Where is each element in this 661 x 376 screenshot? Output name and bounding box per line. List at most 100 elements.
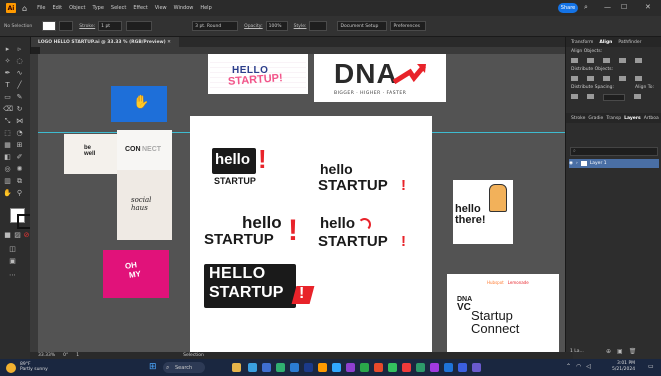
- layer-name[interactable]: Layer 1: [590, 161, 607, 166]
- word-icon[interactable]: [304, 363, 313, 372]
- eraser-icon[interactable]: ⌫: [3, 105, 13, 114]
- gradient-mode-icon[interactable]: ▨: [13, 231, 22, 240]
- variable-width-dropdown[interactable]: [126, 21, 153, 31]
- rectangle-tool-icon[interactable]: ▭: [3, 93, 12, 102]
- paintbrush-icon[interactable]: ✎: [15, 93, 24, 102]
- width-tool-icon[interactable]: ⋈: [15, 117, 24, 126]
- clip-icon[interactable]: ▣: [617, 348, 623, 355]
- style-dropdown[interactable]: [309, 21, 328, 31]
- stroke-label[interactable]: Stroke:: [79, 24, 95, 29]
- line-tool-icon[interactable]: ╱: [15, 81, 24, 90]
- align-right-icon[interactable]: [603, 58, 610, 63]
- wifi-icon[interactable]: ◠: [576, 363, 581, 370]
- menu-edit[interactable]: Edit: [52, 5, 62, 11]
- hello-startup-logo-a[interactable]: hello ! STARTUP: [212, 146, 292, 188]
- minimize-button[interactable]: —: [604, 3, 611, 11]
- tab-layers[interactable]: Layers: [624, 116, 641, 121]
- weather-widget[interactable]: 89°F Partly sunny: [20, 362, 48, 373]
- photoshop-taskbar-icon[interactable]: [332, 363, 341, 372]
- vertical-ruler[interactable]: [30, 54, 38, 352]
- menu-effect[interactable]: Effect: [133, 5, 147, 11]
- illustrator-taskbar-icon[interactable]: [318, 363, 327, 372]
- drawing-mode-icon[interactable]: ◫: [8, 245, 17, 254]
- magic-wand-icon[interactable]: ✧: [3, 57, 12, 66]
- spacing-field[interactable]: [603, 94, 625, 101]
- windows-start-icon[interactable]: ⊞: [149, 362, 157, 372]
- menu-select[interactable]: Select: [111, 5, 126, 11]
- spacing-horizontal-icon[interactable]: [587, 94, 594, 99]
- layer-search-input[interactable]: ⌕: [570, 147, 658, 156]
- chrome-icon[interactable]: [290, 363, 299, 372]
- media-icon[interactable]: [430, 363, 439, 372]
- brush-dropdown[interactable]: 3 pt. Round: [192, 21, 239, 31]
- tab-transform[interactable]: Transform: [571, 40, 593, 45]
- expand-arrow-icon[interactable]: ›: [576, 161, 578, 166]
- blend-tool-icon[interactable]: ◎: [3, 165, 12, 174]
- layer-row[interactable]: ◉ › Layer 1: [569, 159, 659, 168]
- eyedropper-icon[interactable]: ✐: [15, 153, 24, 162]
- taskbar-search[interactable]: ⌕ Search: [163, 362, 205, 373]
- premiere-icon[interactable]: [346, 363, 355, 372]
- maximize-button[interactable]: ☐: [621, 3, 627, 11]
- share-button[interactable]: Share: [558, 3, 578, 13]
- free-transform-icon[interactable]: ⬚: [3, 129, 12, 138]
- canvas-area[interactable]: HELLO STARTUP! DNA BIGGER · HIGHER · FAS…: [38, 54, 565, 352]
- stroke-swatch[interactable]: [59, 21, 74, 31]
- dna-vc-startup-connect-logo[interactable]: Hubspot Lemonade DNA VC Startup Connect: [447, 274, 559, 352]
- excel-icon[interactable]: [416, 363, 425, 372]
- search-icon[interactable]: ⌕: [584, 3, 588, 12]
- document-setup-button[interactable]: Document Setup: [337, 21, 388, 31]
- distribute-bottom-icon[interactable]: [603, 76, 610, 81]
- artboard-tool-icon[interactable]: ⧉: [15, 177, 24, 186]
- tray-arrow-icon[interactable]: ⌃: [566, 363, 571, 370]
- align-left-icon[interactable]: [571, 58, 578, 63]
- align-middle-icon[interactable]: [635, 58, 642, 63]
- whatsapp-icon[interactable]: [360, 363, 369, 372]
- align-top-icon[interactable]: [619, 58, 626, 63]
- visibility-icon[interactable]: ◉: [569, 161, 573, 166]
- volume-icon[interactable]: ◁: [586, 363, 591, 370]
- tab-pathfinder[interactable]: Pathfinder: [618, 40, 641, 45]
- menu-help[interactable]: Help: [200, 5, 211, 11]
- weather-icon[interactable]: [6, 362, 16, 373]
- distribute-right-icon[interactable]: [635, 76, 642, 81]
- graph-tool-icon[interactable]: ▥: [3, 177, 12, 186]
- perspective-grid-icon[interactable]: ▦: [3, 141, 12, 150]
- hello-startup-logo-b[interactable]: hello STARTUP !: [318, 162, 418, 202]
- hello-startup-logo-e[interactable]: HELLO STARTUP !: [204, 264, 315, 310]
- hello-startup-pink-logo[interactable]: HELLO STARTUP!: [208, 54, 308, 94]
- menu-type[interactable]: Type: [92, 5, 103, 11]
- dna-logo[interactable]: DNA BIGGER · HIGHER · FASTER: [314, 54, 446, 102]
- new-layer-icon[interactable]: ⊕: [606, 348, 611, 355]
- artboard-number[interactable]: 1: [76, 353, 79, 358]
- align-center-icon[interactable]: [587, 58, 594, 63]
- edit-toolbar-icon[interactable]: ⋯: [8, 271, 17, 280]
- tab-stroke[interactable]: Stroke: [571, 116, 585, 121]
- style-label[interactable]: Style:: [294, 24, 307, 29]
- rotation-level[interactable]: 0°: [63, 353, 68, 358]
- notification-icon[interactable]: ▭: [648, 363, 654, 370]
- align-to-icon[interactable]: [634, 94, 641, 99]
- clock[interactable]: 3:01 PM 5/21/2024: [612, 361, 635, 373]
- ohmy-logo[interactable]: OH MY: [103, 250, 169, 298]
- tab-transparency[interactable]: Transp: [606, 116, 621, 121]
- tab-artboards[interactable]: Artboa: [644, 116, 659, 121]
- pen-tool-icon[interactable]: ✒: [3, 69, 12, 78]
- pdf-icon[interactable]: [402, 363, 411, 372]
- mesh-tool-icon[interactable]: ⊞: [15, 141, 24, 150]
- opacity-field[interactable]: 100%: [265, 21, 288, 31]
- edge-icon[interactable]: [276, 363, 285, 372]
- file-explorer-icon[interactable]: [262, 363, 271, 372]
- tab-gradient[interactable]: Gradie: [588, 116, 603, 121]
- hand-tool-icon[interactable]: ✋: [3, 189, 12, 198]
- horizontal-ruler[interactable]: [40, 47, 565, 54]
- mail-icon[interactable]: [458, 363, 467, 372]
- gradient-tool-icon[interactable]: ◧: [3, 153, 12, 162]
- hello-there-logo[interactable]: hello there!: [453, 180, 513, 244]
- selection-tool-icon[interactable]: ▸: [3, 45, 12, 54]
- curvature-tool-icon[interactable]: ∿: [15, 69, 24, 78]
- distribute-center-icon[interactable]: [587, 76, 594, 81]
- blue-hand-logo[interactable]: ✋: [111, 86, 167, 122]
- fill-swatch[interactable]: [42, 21, 57, 31]
- hello-startup-logo-d[interactable]: hello STARTUP !: [318, 216, 418, 256]
